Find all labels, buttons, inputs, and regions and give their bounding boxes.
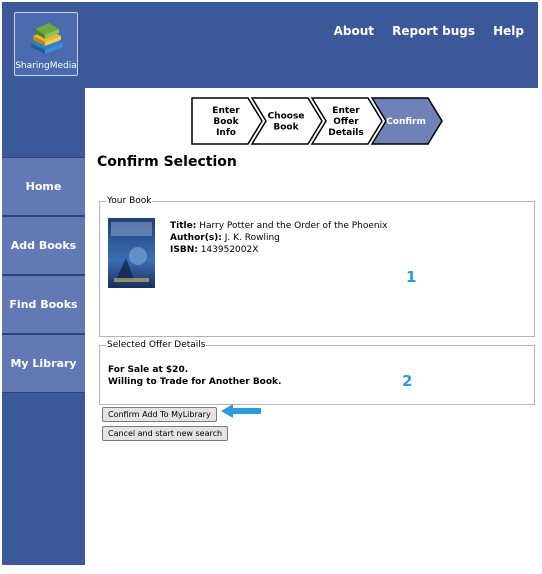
book-cover-image bbox=[108, 218, 155, 288]
author-label: Author(s): bbox=[170, 233, 222, 243]
sidebar-item-home[interactable]: Home bbox=[2, 157, 85, 216]
annotation-marker-1: 1 bbox=[406, 268, 417, 286]
about-link[interactable]: About bbox=[334, 24, 374, 38]
wizard-step-1: EnterBookInfo bbox=[191, 97, 263, 145]
book-title: Harry Potter and the Order of the Phoeni… bbox=[199, 221, 388, 231]
wizard-step-label: Book bbox=[213, 117, 239, 127]
wizard-step-label: Enter bbox=[212, 106, 240, 116]
offer-details: For Sale at $20. Willing to Trade for An… bbox=[108, 364, 281, 388]
book-isbn: 143952002X bbox=[200, 245, 259, 255]
your-book-section: Your Book Title: Harry Potter and the Or… bbox=[99, 196, 535, 337]
offer-price: For Sale at $20. bbox=[108, 365, 189, 375]
wizard-step-label: Enter bbox=[332, 106, 360, 116]
offer-trade: Willing to Trade for Another Book. bbox=[108, 377, 282, 387]
report-bugs-link[interactable]: Report bugs bbox=[392, 24, 475, 38]
isbn-label: ISBN: bbox=[170, 245, 198, 255]
your-book-legend: Your Book bbox=[107, 196, 152, 206]
logo-text: SharingMedia bbox=[15, 61, 77, 71]
selected-offer-section: Selected Offer Details For Sale at $20. … bbox=[99, 340, 535, 405]
wizard-step-label: Book bbox=[273, 123, 299, 133]
wizard-step-label: Choose bbox=[268, 112, 305, 122]
book-author: J. K. Rowling bbox=[224, 233, 280, 243]
title-label: Title: bbox=[170, 221, 197, 231]
stacked-books-icon bbox=[31, 23, 63, 54]
logo[interactable]: SharingMedia bbox=[14, 12, 78, 76]
top-nav: About Report bugs Help bbox=[321, 20, 524, 39]
offer-legend: Selected Offer Details bbox=[107, 340, 206, 350]
pointer-arrow-icon bbox=[221, 404, 261, 418]
cancel-search-button[interactable]: Cancel and start new search bbox=[102, 426, 229, 441]
header: SharingMedia About Report bugs Help bbox=[2, 2, 538, 88]
annotation-marker-2: 2 bbox=[402, 372, 413, 390]
wizard-step-label: Details bbox=[328, 128, 363, 138]
sidebar-item-find-books[interactable]: Find Books bbox=[2, 275, 85, 334]
book-details: Title: Harry Potter and the Order of the… bbox=[170, 220, 387, 256]
confirm-add-button[interactable]: Confirm Add To MyLibrary bbox=[102, 407, 217, 422]
wizard-steps: Enter Book Info Choose Book Enter Offer Details… bbox=[190, 96, 450, 150]
sidebar-item-my-library[interactable]: My Library bbox=[2, 334, 85, 393]
wizard-step-label: Confirm bbox=[386, 117, 426, 127]
app-frame: SharingMedia About Report bugs Help Home… bbox=[2, 2, 538, 565]
sidebar-item-add-books[interactable]: Add Books bbox=[2, 216, 85, 275]
main-content: Enter Book Info Choose Book Enter Offer Details… bbox=[85, 88, 538, 565]
wizard-step-label: Offer bbox=[333, 117, 359, 127]
page-title: Confirm Selection bbox=[97, 154, 237, 170]
wizard-step-label: Info bbox=[216, 128, 236, 138]
sidebar: Home Add Books Find Books My Library bbox=[2, 157, 85, 393]
help-link[interactable]: Help bbox=[493, 24, 524, 38]
